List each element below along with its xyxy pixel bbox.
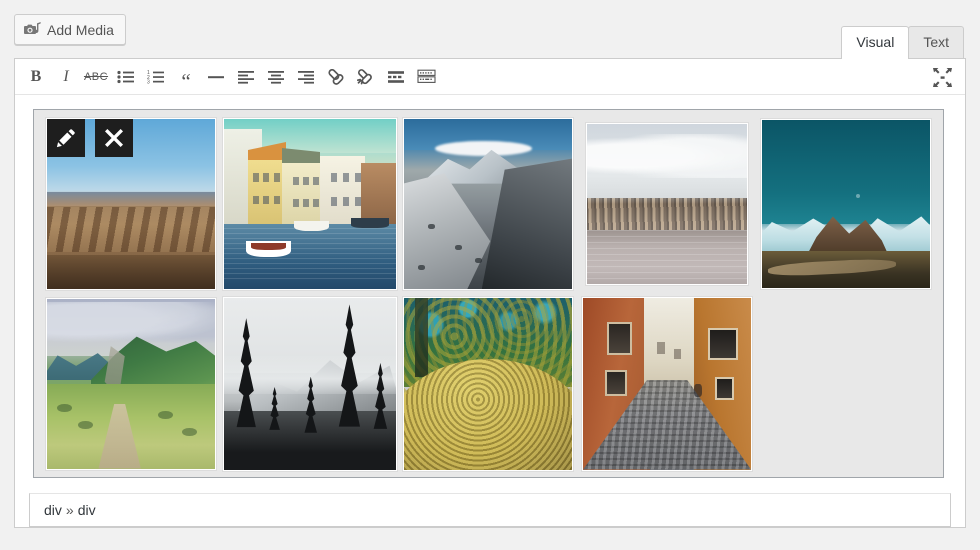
element-path-item-2[interactable]: div — [78, 502, 96, 518]
keyboard-icon — [416, 69, 436, 84]
align-left-icon — [237, 70, 255, 84]
more-tag-icon — [387, 70, 405, 84]
camera-music-icon — [24, 22, 41, 37]
strikethrough-button[interactable]: ABC — [81, 63, 111, 91]
italic-button[interactable]: I — [51, 63, 81, 91]
add-media-button[interactable]: Add Media — [14, 14, 126, 45]
wordpress-post-editor: Add Media Visual Text B I ABC 1 2 3 “ di… — [0, 0, 980, 550]
gallery-item-5[interactable] — [756, 118, 935, 290]
remove-link-button[interactable] — [351, 63, 381, 91]
gallery-image-8 — [404, 297, 573, 470]
tab-visual[interactable]: Visual — [841, 26, 910, 59]
bold-button[interactable]: B — [21, 63, 51, 91]
tab-text[interactable]: Text — [908, 26, 964, 59]
horizontal-rule-button[interactable] — [201, 63, 231, 91]
gallery-item-4[interactable] — [578, 118, 757, 290]
gallery-item-actions — [47, 119, 143, 157]
align-right-button[interactable] — [291, 63, 321, 91]
gallery-image-7 — [223, 297, 396, 470]
gallery-row — [42, 296, 935, 471]
editor-content-area[interactable] — [15, 95, 965, 493]
fullscreen-arrows-icon — [932, 67, 952, 87]
horizontal-rule-icon — [207, 70, 225, 84]
gallery-item-3[interactable] — [399, 118, 578, 290]
align-right-icon — [297, 70, 315, 84]
toggle-toolbar-button[interactable] — [411, 63, 441, 91]
gallery-item-8[interactable] — [399, 296, 578, 471]
numbered-list-button[interactable]: 1 2 3 — [141, 63, 171, 91]
gallery-image-2 — [223, 119, 396, 289]
gallery-item-2[interactable] — [221, 118, 400, 290]
gallery-image-5 — [761, 120, 930, 288]
editor-frame: B I ABC 1 2 3 “ div » div — [14, 58, 966, 528]
gallery-item-7[interactable] — [221, 296, 400, 471]
numbered-list-icon: 1 2 3 — [147, 70, 165, 84]
align-center-icon — [267, 70, 285, 84]
align-left-button[interactable] — [231, 63, 261, 91]
svg-text:3: 3 — [147, 79, 150, 83]
image-gallery-block[interactable] — [32, 108, 945, 479]
editor-mode-tabs: Visual Text — [841, 26, 964, 59]
close-x-icon — [105, 129, 124, 147]
editor-status-bar: div » div — [29, 493, 951, 527]
gallery-row — [42, 118, 935, 290]
insert-more-tag-button[interactable] — [381, 63, 411, 91]
link-icon — [327, 68, 345, 85]
gallery-image-4 — [587, 124, 748, 284]
edit-image-button[interactable] — [47, 119, 86, 157]
distraction-free-button[interactable] — [927, 63, 957, 91]
align-center-button[interactable] — [261, 63, 291, 91]
bulleted-list-icon — [117, 70, 135, 84]
gallery-item-9[interactable] — [578, 296, 757, 471]
insert-link-button[interactable] — [321, 63, 351, 91]
gallery-item-1[interactable] — [42, 118, 221, 290]
bulleted-list-button[interactable] — [111, 63, 141, 91]
unlink-icon — [357, 68, 375, 85]
gallery-image-9 — [583, 297, 752, 470]
format-toolbar: B I ABC 1 2 3 “ — [15, 59, 965, 95]
element-path-separator: » — [65, 502, 74, 518]
editor-top-bar: Add Media Visual Text — [0, 0, 980, 59]
gallery-image-6 — [47, 298, 216, 469]
gallery-empty-cell — [756, 296, 935, 471]
add-media-label: Add Media — [47, 21, 114, 38]
gallery-image-3 — [404, 119, 573, 289]
pencil-icon — [56, 128, 76, 148]
blockquote-button[interactable]: “ — [171, 58, 201, 95]
remove-image-button[interactable] — [95, 119, 134, 157]
gallery-item-6[interactable] — [42, 296, 221, 471]
element-path-item-1[interactable]: div — [44, 502, 62, 518]
